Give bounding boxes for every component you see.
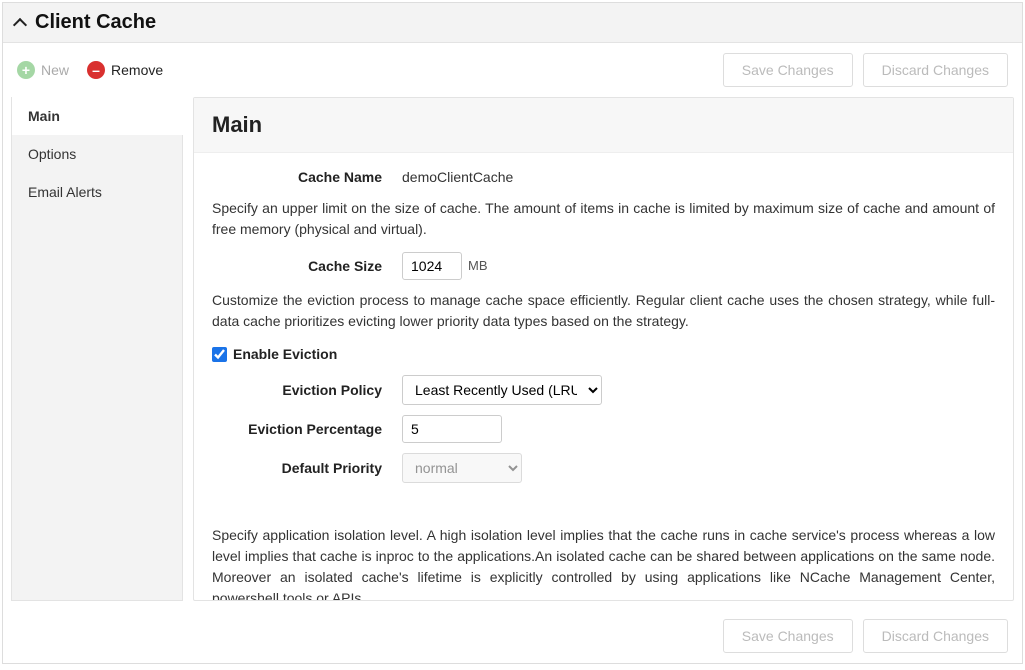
cache-name-value: demoClientCache — [402, 167, 995, 188]
eviction-percentage-input[interactable] — [402, 415, 502, 443]
footer: Save Changes Discard Changes — [3, 609, 1022, 663]
sidebar-item-options[interactable]: Options — [12, 135, 182, 173]
enable-eviction-label: Enable Eviction — [233, 344, 337, 365]
plus-icon: + — [17, 61, 35, 79]
sidebar-item-main[interactable]: Main — [12, 97, 183, 135]
cache-name-label: Cache Name — [212, 167, 402, 188]
eviction-policy-label: Eviction Policy — [212, 380, 402, 401]
enable-eviction-checkbox[interactable] — [212, 347, 227, 362]
eviction-policy-select[interactable]: Least Recently Used (LRU) — [402, 375, 602, 405]
main-panel: Main Cache Name demoClientCache Specify … — [193, 97, 1014, 601]
remove-button-label: Remove — [111, 62, 163, 78]
eviction-percentage-label: Eviction Percentage — [212, 419, 402, 440]
discard-changes-button-bottom[interactable]: Discard Changes — [863, 619, 1008, 653]
collapse-caret-icon[interactable] — [13, 17, 27, 31]
panel-head: Main — [194, 98, 1013, 153]
eviction-description: Customize the eviction process to manage… — [212, 290, 995, 332]
sidebar: Main Options Email Alerts — [11, 97, 183, 601]
save-changes-button-bottom[interactable]: Save Changes — [723, 619, 853, 653]
cache-size-input[interactable] — [402, 252, 462, 280]
panel-title: Main — [212, 112, 995, 138]
save-changes-button-top[interactable]: Save Changes — [723, 53, 853, 87]
discard-changes-button-top[interactable]: Discard Changes — [863, 53, 1008, 87]
default-priority-label: Default Priority — [212, 458, 402, 479]
default-priority-select: normal — [402, 453, 522, 483]
new-button: + New — [17, 61, 69, 79]
new-button-label: New — [41, 62, 69, 78]
sidebar-item-email-alerts[interactable]: Email Alerts — [12, 173, 182, 211]
cache-size-unit: MB — [468, 256, 488, 276]
cache-size-label: Cache Size — [212, 256, 402, 277]
size-description: Specify an upper limit on the size of ca… — [212, 198, 995, 240]
minus-icon: – — [87, 61, 105, 79]
toolbar: + New – Remove Save Changes Discard Chan… — [3, 43, 1022, 97]
isolation-description: Specify application isolation level. A h… — [212, 525, 995, 600]
panel-header: Client Cache — [3, 3, 1022, 43]
remove-button[interactable]: – Remove — [87, 61, 163, 79]
page-title: Client Cache — [35, 11, 156, 34]
